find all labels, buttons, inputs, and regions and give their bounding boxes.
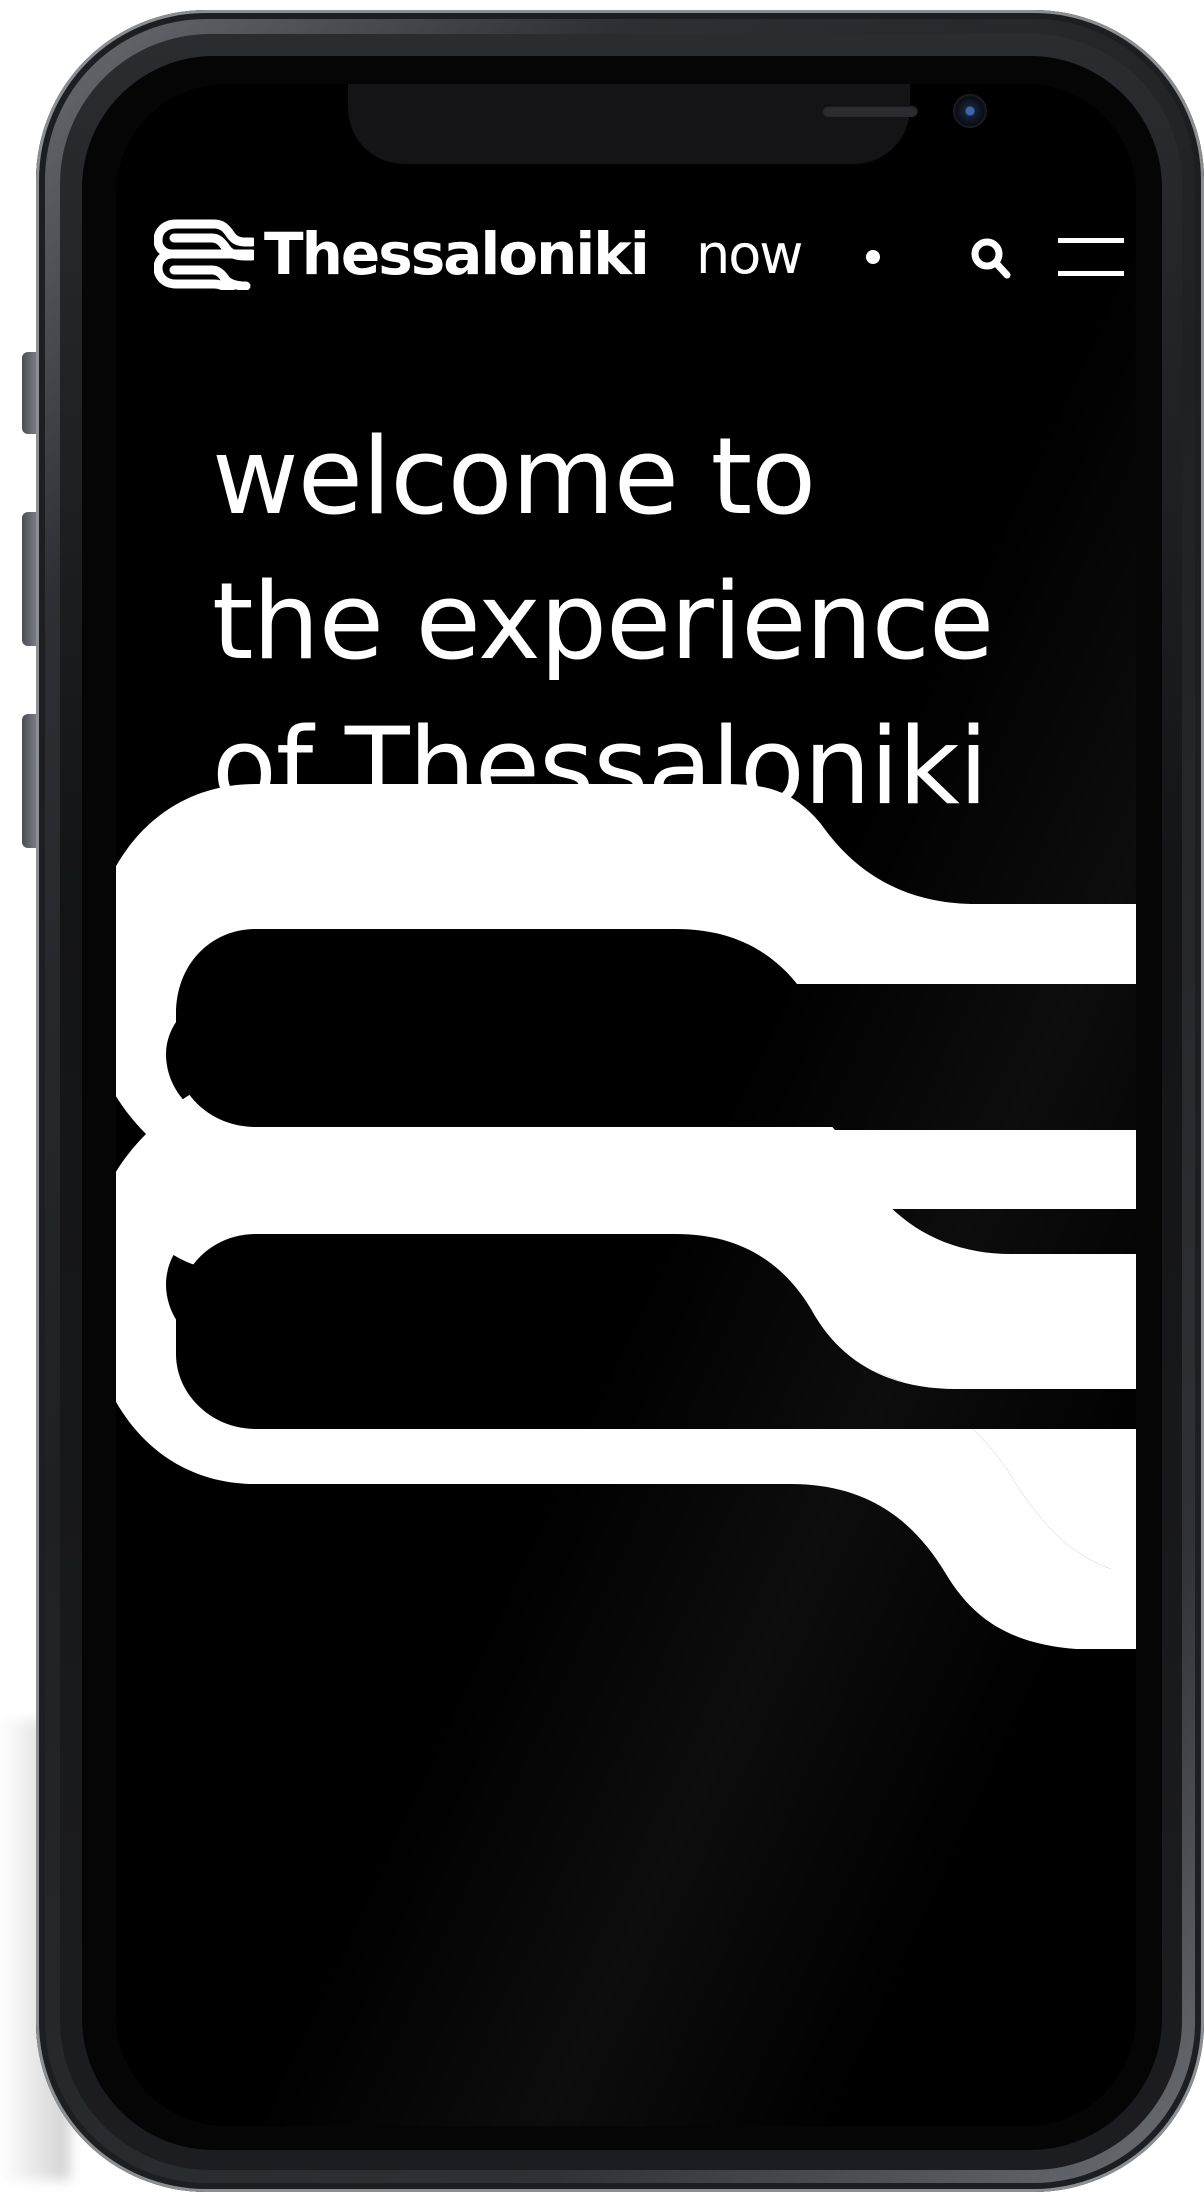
search-button[interactable]	[969, 234, 1013, 282]
device-mockup: Thessaloniki now welcome to the experien…	[0, 0, 1204, 2197]
notch	[348, 84, 987, 164]
hero-line-2: the experience	[212, 560, 994, 683]
search-icon	[971, 238, 1011, 279]
brand-name-light[interactable]: now	[696, 226, 803, 284]
large-brand-mark	[116, 784, 1136, 1649]
menu-button[interactable]	[1058, 234, 1124, 278]
site-header: Thessaloniki now	[154, 214, 1124, 294]
front-camera	[953, 94, 987, 128]
hero-line-3: of Thessaloniki	[212, 705, 988, 828]
brand-logo-icon[interactable]	[154, 218, 254, 290]
brand-name-bold[interactable]: Thessaloniki	[264, 224, 650, 284]
hero-line-1: welcome to	[212, 415, 816, 538]
earpiece-speaker	[822, 105, 918, 117]
hero-heading: welcome to the experience of Thessalonik…	[212, 404, 1112, 839]
hamburger-menu-icon	[1058, 238, 1124, 276]
phone-screen: Thessaloniki now welcome to the experien…	[116, 84, 1136, 2126]
brand-dot	[866, 250, 880, 264]
